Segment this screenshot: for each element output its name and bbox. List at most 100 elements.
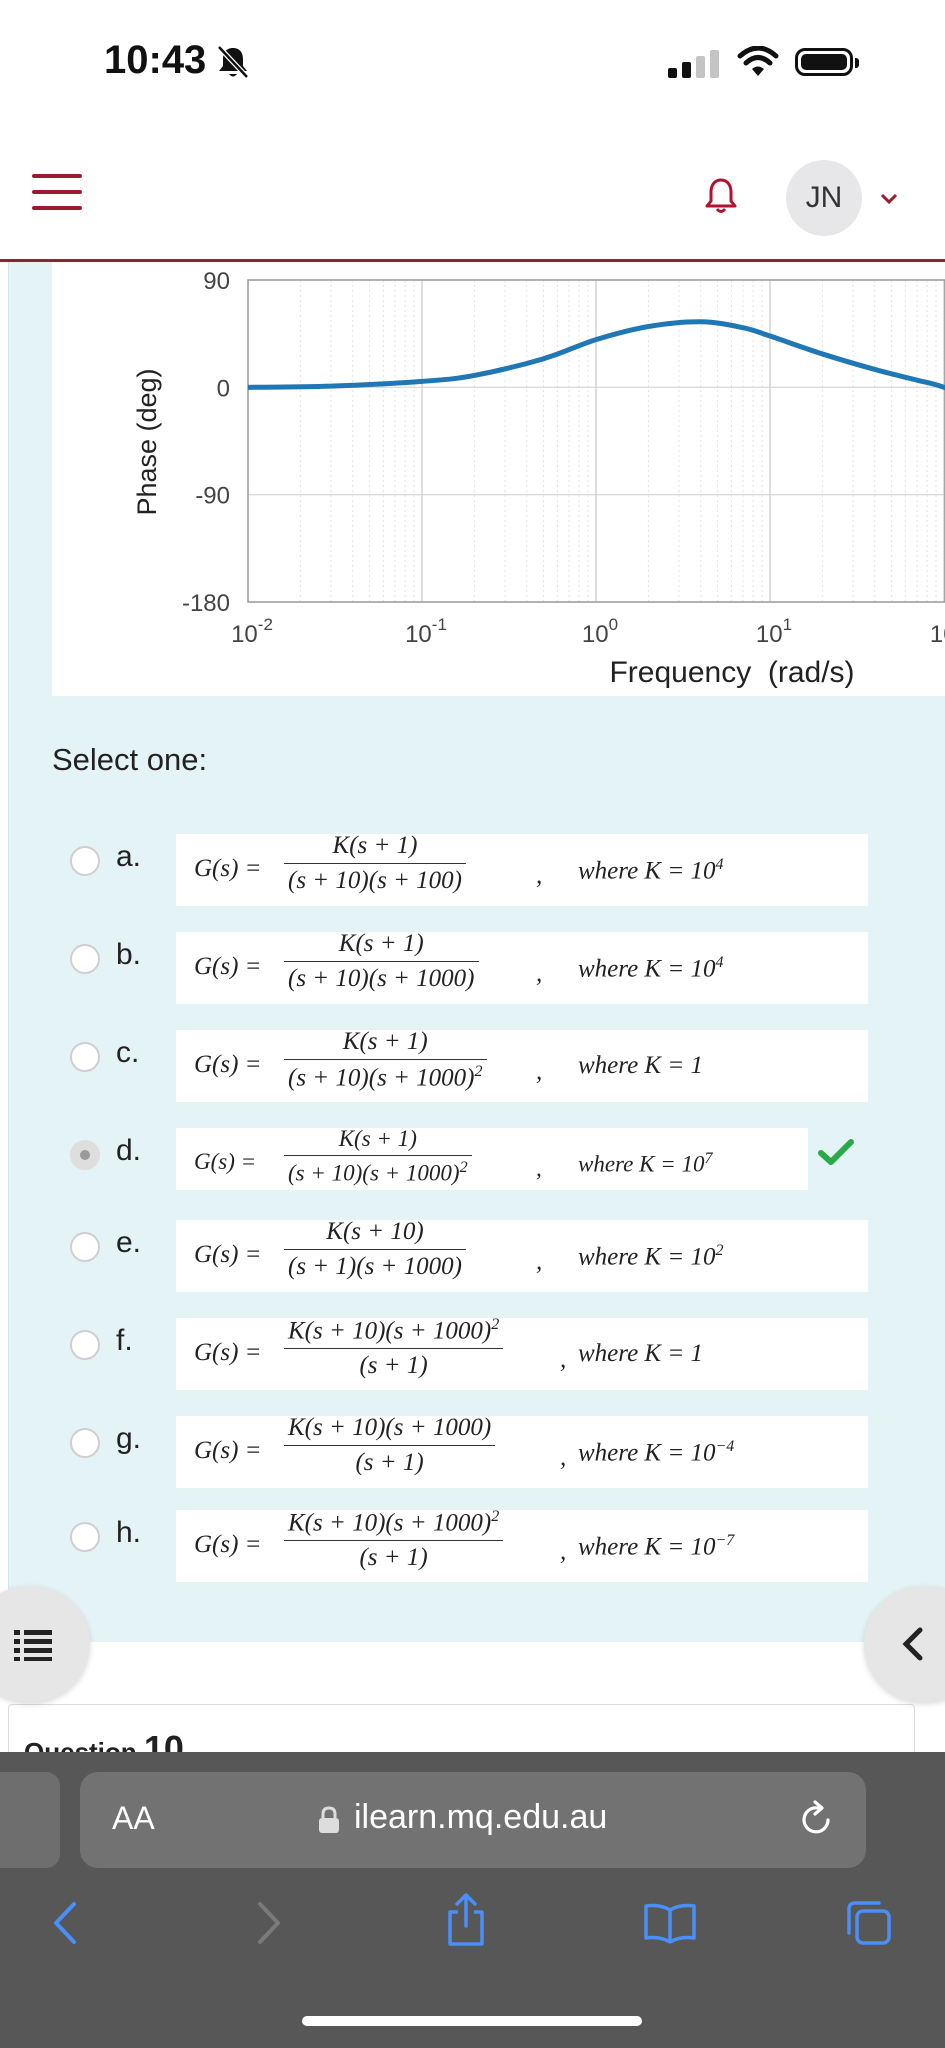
option-formula-f[interactable]: G(s) = K(s + 10)(s + 1000)2 (s + 1), where … bbox=[176, 1316, 868, 1390]
x-tick-label: 10-1 bbox=[405, 615, 447, 648]
option-formula-c[interactable]: G(s) = K(s + 1) (s + 10)(s + 1000)2, where … bbox=[176, 1028, 868, 1102]
option-letter[interactable]: d. bbox=[116, 1134, 141, 1168]
formula-where-clause: where K = 10−7 bbox=[578, 1532, 735, 1561]
home-indicator[interactable] bbox=[302, 2016, 642, 2026]
formula-fraction: K(s + 1) (s + 10)(s + 1000)2 bbox=[284, 1028, 487, 1092]
reader-options-button[interactable]: AA bbox=[112, 1800, 155, 1837]
x-tick-label: 101 bbox=[756, 615, 792, 648]
formula-lhs: G(s) = bbox=[194, 1531, 262, 1558]
where-exponent: −7 bbox=[715, 1532, 735, 1549]
option-formula-g[interactable]: G(s) = K(s + 10)(s + 1000) (s + 1), where K… bbox=[176, 1414, 868, 1488]
hamburger-menu-icon[interactable] bbox=[32, 174, 82, 214]
formula-numerator: K(s + 1) bbox=[332, 832, 418, 859]
option-letter[interactable]: g. bbox=[116, 1422, 141, 1456]
top-navbar: JN bbox=[0, 150, 945, 262]
formula-fraction: K(s + 1) (s + 10)(s + 100) bbox=[284, 832, 466, 895]
select-one-prompt: Select one: bbox=[52, 742, 208, 777]
option-radio-g[interactable] bbox=[70, 1428, 100, 1458]
clock-time: 10:43 bbox=[104, 38, 207, 82]
formula-comma: , bbox=[536, 1058, 543, 1085]
formula-numerator: K(s + 10)(s + 1000)2 bbox=[288, 1508, 500, 1537]
option-formula-d[interactable]: G(s) = K(s + 1) (s + 10)(s + 1000)2, where … bbox=[176, 1126, 808, 1190]
formula-where-clause: where K = 107 bbox=[578, 1150, 713, 1177]
formula-numerator: K(s + 10) bbox=[326, 1218, 424, 1245]
formula-where-clause: where K = 102 bbox=[578, 1242, 724, 1271]
bell-off-icon bbox=[217, 45, 249, 79]
share-icon[interactable] bbox=[444, 1892, 488, 1948]
formula-where-clause: where K = 104 bbox=[578, 954, 724, 983]
option-radio-a[interactable] bbox=[70, 846, 100, 876]
where-exponent: 2 bbox=[715, 1242, 724, 1259]
formula-denominator: (s + 1) bbox=[284, 1348, 504, 1380]
avatar-initials: JN bbox=[805, 181, 843, 214]
formula-denominator: (s + 10)(s + 1000)2 bbox=[284, 1059, 487, 1092]
option-formula-a[interactable]: G(s) = K(s + 1) (s + 10)(s + 100), where K … bbox=[176, 832, 868, 906]
url-text[interactable]: ilearn.mq.edu.au bbox=[354, 1798, 607, 1837]
formula-denominator: (s + 10)(s + 1000)2 bbox=[284, 1155, 472, 1187]
formula-comma: , bbox=[560, 1346, 567, 1373]
signal-icon bbox=[668, 50, 719, 78]
y-tick-label: -90 bbox=[195, 483, 230, 510]
where-exponent: −4 bbox=[715, 1438, 735, 1455]
option-radio-c[interactable] bbox=[70, 1042, 100, 1072]
y-tick-label: -180 bbox=[182, 590, 230, 617]
formula-lhs: G(s) = bbox=[194, 1051, 262, 1078]
formula-numerator: K(s + 1) bbox=[338, 930, 424, 957]
formula-fraction: K(s + 1) (s + 10)(s + 1000)2 bbox=[284, 1126, 472, 1187]
y-axis-label: Phase (deg) bbox=[132, 368, 162, 515]
option-formula-h[interactable]: G(s) = K(s + 10)(s + 1000)2 (s + 1), where … bbox=[176, 1508, 868, 1582]
formula-fraction: K(s + 10)(s + 1000)2 (s + 1) bbox=[284, 1316, 504, 1380]
formula-denominator: (s + 10)(s + 1000) bbox=[284, 961, 479, 993]
option-letter[interactable]: b. bbox=[116, 938, 141, 972]
formula-numerator: K(s + 1) bbox=[342, 1028, 428, 1055]
bookmarks-icon[interactable] bbox=[642, 1902, 698, 1944]
option-radio-f[interactable] bbox=[70, 1330, 100, 1360]
option-formula-b[interactable]: G(s) = K(s + 1) (s + 10)(s + 1000), where K… bbox=[176, 930, 868, 1004]
avatar[interactable]: JN bbox=[786, 160, 862, 236]
phase-plot: 900-90-180 10-210-1100101102103 Phase (d… bbox=[132, 268, 945, 689]
formula-denominator: (s + 1) bbox=[284, 1445, 496, 1477]
option-letter[interactable]: a. bbox=[116, 840, 141, 874]
formula-fraction: K(s + 10)(s + 1000)2 (s + 1) bbox=[284, 1508, 504, 1572]
bell-icon[interactable] bbox=[704, 176, 738, 216]
option-letter[interactable]: c. bbox=[116, 1036, 139, 1070]
back-icon[interactable] bbox=[50, 1900, 78, 1946]
formula-comma: , bbox=[536, 862, 543, 889]
formula-lhs: G(s) = bbox=[194, 1241, 262, 1268]
formula-denominator: (s + 10)(s + 100) bbox=[284, 863, 466, 895]
battery-icon bbox=[795, 48, 859, 76]
formula-lhs: G(s) = bbox=[194, 1339, 262, 1366]
option-formula-e[interactable]: G(s) = K(s + 10) (s + 1)(s + 1000), where K… bbox=[176, 1218, 868, 1292]
option-letter[interactable]: e. bbox=[116, 1226, 141, 1260]
option-radio-b[interactable] bbox=[70, 944, 100, 974]
forward-icon[interactable] bbox=[256, 1900, 284, 1946]
formula-lhs: G(s) = bbox=[194, 1437, 262, 1464]
where-exponent: 7 bbox=[704, 1150, 713, 1167]
reload-icon[interactable] bbox=[798, 1800, 834, 1838]
formula-lhs: G(s) = bbox=[194, 953, 262, 980]
option-radio-h[interactable] bbox=[70, 1522, 100, 1552]
formula-denominator: (s + 1) bbox=[284, 1540, 504, 1572]
status-bar: 10:43 bbox=[0, 0, 945, 130]
formula-numerator: K(s + 1) bbox=[338, 1126, 417, 1151]
option-letter[interactable]: h. bbox=[116, 1516, 141, 1550]
wifi-icon bbox=[737, 46, 779, 76]
previous-tab-peek[interactable] bbox=[0, 1772, 60, 1868]
option-radio-d[interactable] bbox=[70, 1140, 100, 1170]
denominator-exponent: 2 bbox=[474, 1063, 483, 1080]
tabs-icon[interactable] bbox=[844, 1898, 894, 1948]
formula-where-clause: where K = 104 bbox=[578, 856, 724, 885]
formula-comma: , bbox=[560, 1538, 567, 1565]
formula-lhs: G(s) = bbox=[194, 1149, 257, 1174]
formula-lhs: G(s) = bbox=[194, 855, 262, 882]
formula-where-clause: where K = 1 bbox=[578, 1052, 703, 1079]
chevron-down-icon[interactable] bbox=[880, 192, 898, 206]
x-tick-label: 102 bbox=[930, 615, 945, 648]
formula-numerator: K(s + 10)(s + 1000)2 bbox=[288, 1316, 500, 1345]
numerator-exponent: 2 bbox=[491, 1316, 500, 1333]
option-letter[interactable]: f. bbox=[116, 1324, 133, 1358]
checkmark-icon bbox=[818, 1139, 854, 1165]
formula-fraction: K(s + 10)(s + 1000) (s + 1) bbox=[284, 1414, 496, 1477]
option-radio-e[interactable] bbox=[70, 1232, 100, 1262]
numerator-exponent: 2 bbox=[491, 1508, 500, 1525]
